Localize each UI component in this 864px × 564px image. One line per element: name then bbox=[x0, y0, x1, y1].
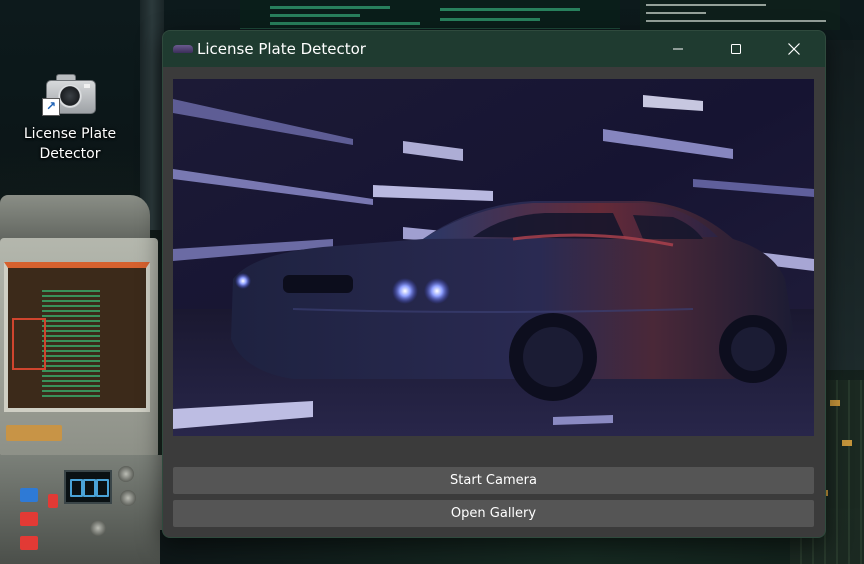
wallpaper-retro-monitor bbox=[4, 262, 150, 412]
app-window: License Plate Detector Start Camera Open… bbox=[162, 30, 826, 538]
camera-preview-image bbox=[173, 79, 814, 436]
camera-icon: ↗ bbox=[42, 70, 98, 116]
title-bar[interactable]: License Plate Detector bbox=[163, 31, 825, 67]
wallpaper-blue-button bbox=[20, 488, 38, 502]
window-title: License Plate Detector bbox=[197, 40, 366, 58]
wallpaper-digit-display bbox=[64, 470, 112, 504]
wallpaper-red-button bbox=[20, 512, 38, 526]
shortcut-arrow-icon: ↗ bbox=[42, 98, 60, 116]
car-photo bbox=[173, 79, 814, 436]
close-icon bbox=[788, 43, 800, 55]
wallpaper-pillar bbox=[140, 0, 164, 230]
close-button[interactable] bbox=[765, 31, 823, 67]
wallpaper-knob bbox=[90, 520, 106, 536]
open-gallery-button[interactable]: Open Gallery bbox=[173, 500, 814, 527]
wallpaper-right-panel bbox=[826, 40, 864, 370]
wallpaper-knob bbox=[118, 466, 134, 482]
minimize-icon bbox=[673, 48, 683, 50]
desktop-shortcut-license-plate-detector[interactable]: ↗ License Plate Detector bbox=[18, 66, 122, 166]
window-client-area: Start Camera Open Gallery bbox=[163, 67, 825, 537]
start-camera-button[interactable]: Start Camera bbox=[173, 467, 814, 494]
wallpaper-red-button bbox=[20, 536, 38, 550]
wallpaper-code-screen bbox=[640, 0, 840, 30]
wallpaper-terminal-screen bbox=[240, 0, 620, 29]
maximize-icon bbox=[731, 44, 741, 54]
shortcut-label: License Plate Detector bbox=[23, 126, 117, 162]
wallpaper-label-plate bbox=[6, 425, 62, 441]
minimize-button[interactable] bbox=[649, 31, 707, 67]
maximize-button[interactable] bbox=[707, 31, 765, 67]
app-icon bbox=[173, 45, 193, 53]
wallpaper-red-button bbox=[48, 494, 58, 508]
wallpaper-knob bbox=[120, 490, 136, 506]
